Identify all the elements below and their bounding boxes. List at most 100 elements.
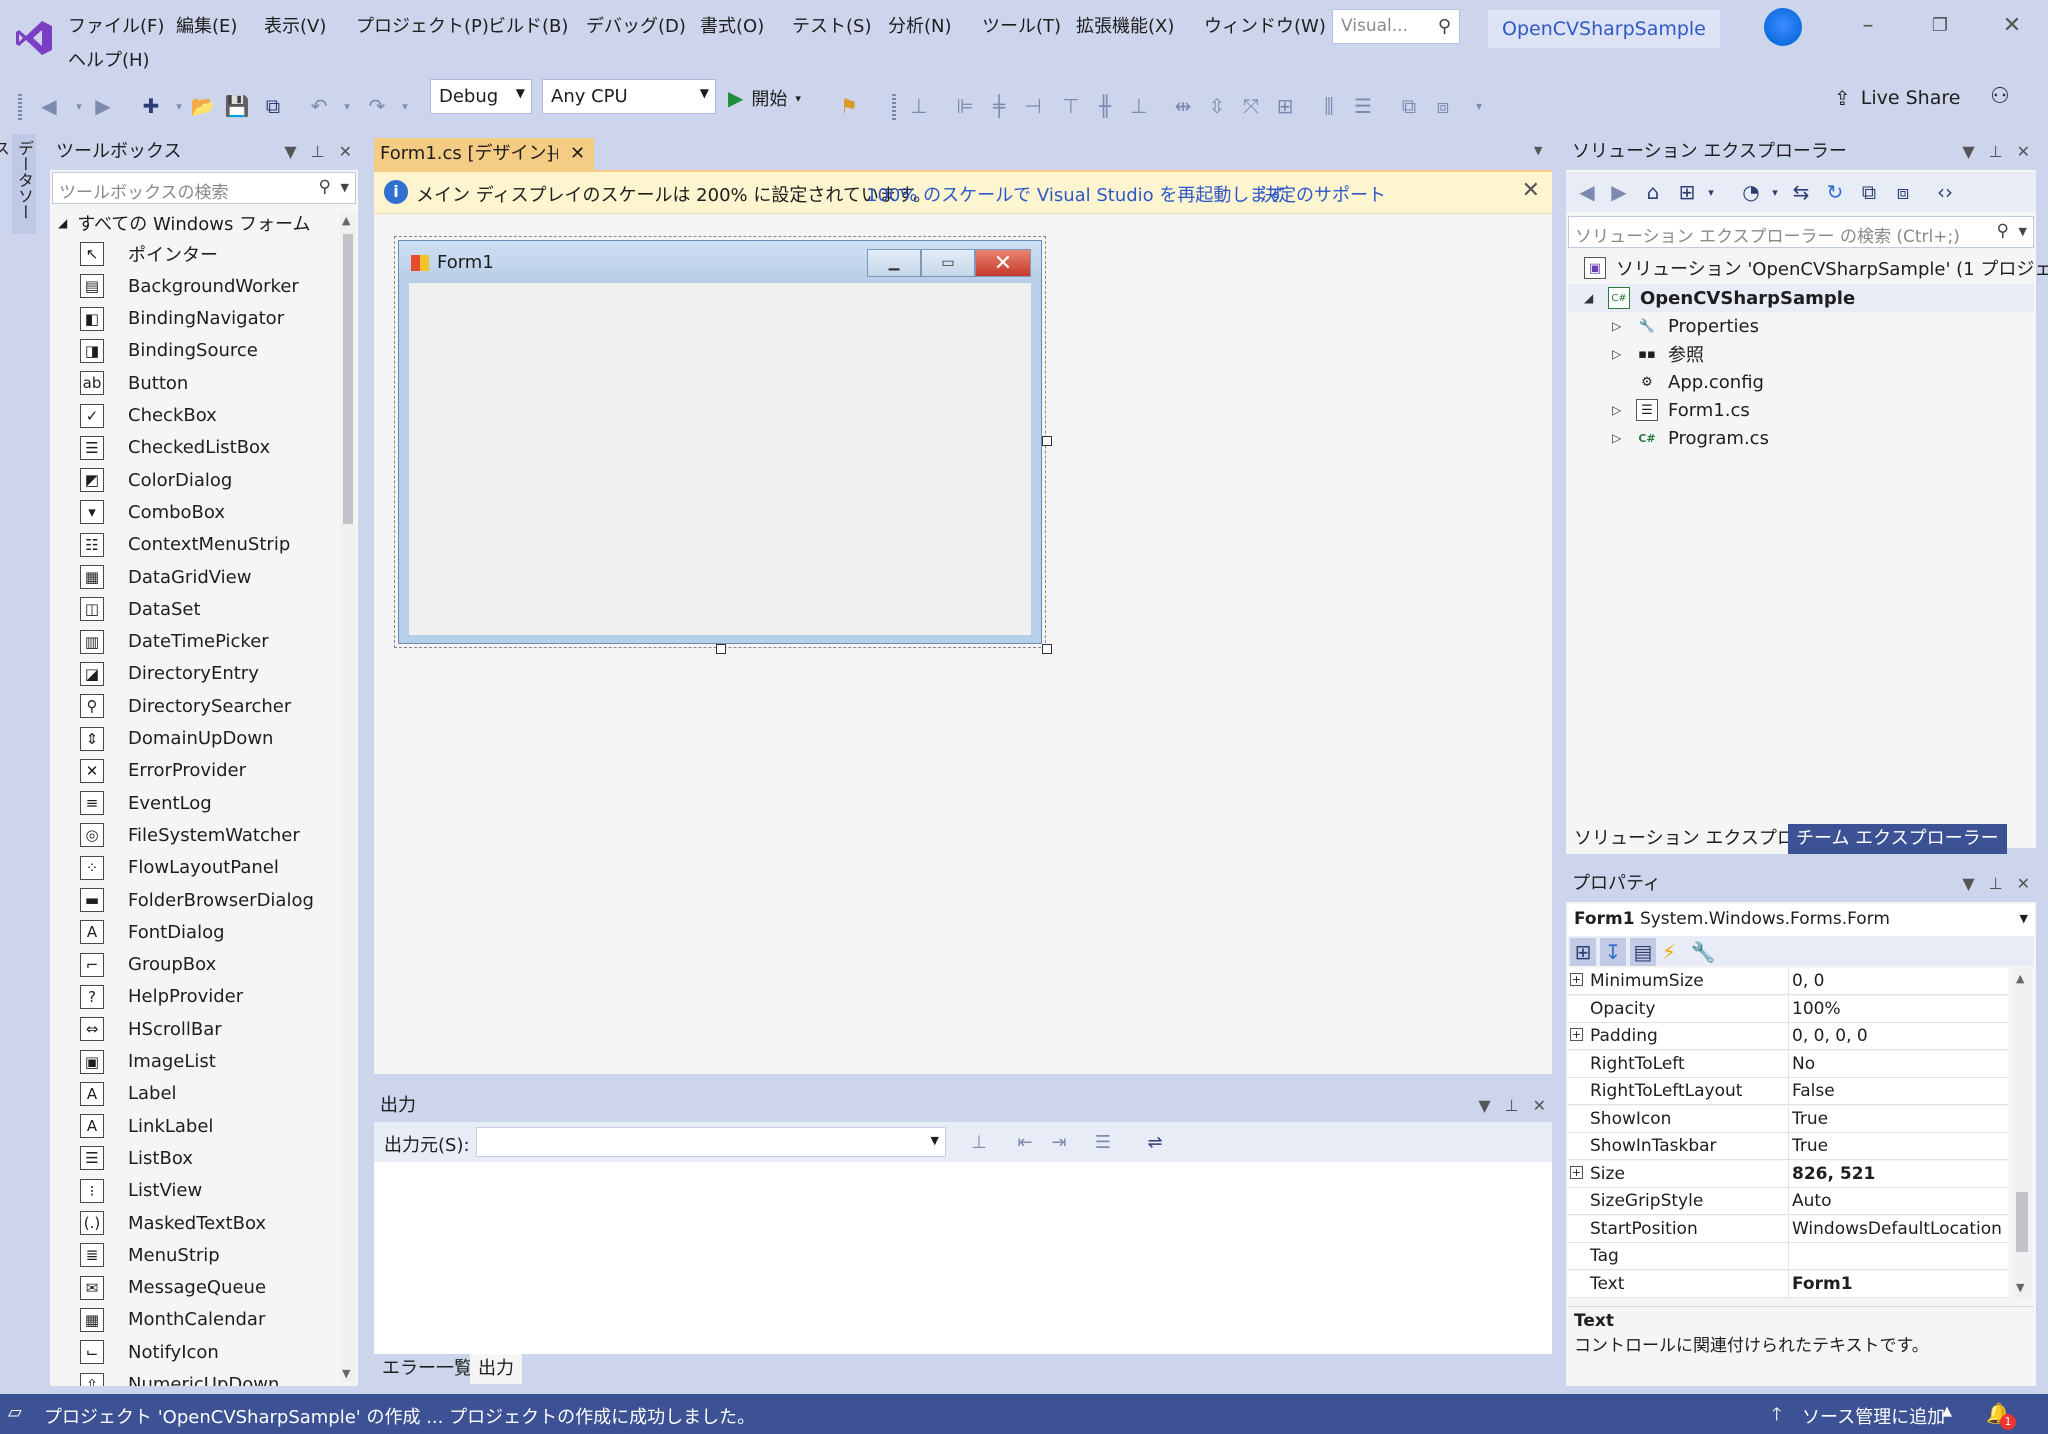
bring-front-icon[interactable]: ⧉ (1396, 92, 1422, 120)
next-message-icon[interactable]: ⇥ (1046, 1128, 1072, 1156)
toolbox-item[interactable]: ✓ CheckBox (80, 400, 217, 432)
collapse-all-icon[interactable]: ⧉ (1856, 178, 1882, 206)
start-dropdown-icon[interactable]: ▾ (795, 92, 801, 105)
expand-arrow-icon[interactable]: ▷ (1612, 347, 1628, 361)
property-row[interactable]: Opacity 100% (1568, 995, 2008, 1023)
toolbox-item[interactable]: ▦ MonthCalendar (80, 1304, 265, 1336)
chevron-down-icon[interactable]: ▼ (1478, 1088, 1490, 1124)
toolbox-item[interactable]: ⚲ DirectorySearcher (80, 690, 291, 722)
toolbox-item[interactable]: ▤ BackgroundWorker (80, 270, 299, 302)
toolbar-grip[interactable] (892, 94, 896, 120)
same-height-icon[interactable]: ⇳ (1204, 92, 1230, 120)
property-row[interactable]: + Padding 0, 0, 0, 0 (1568, 1023, 2008, 1050)
toolbox-item[interactable]: (.) MaskedTextBox (80, 1207, 266, 1239)
resize-handle-bottom[interactable] (716, 644, 726, 654)
toolbox-item[interactable]: ◧ BindingNavigator (80, 303, 284, 335)
project-name-badge[interactable]: OpenCVSharpSample (1488, 10, 1720, 48)
project-node[interactable]: ◢ C# OpenCVSharpSample (1584, 284, 1855, 312)
close-icon[interactable]: ✕ (1533, 1088, 1546, 1124)
live-share-button[interactable]: ⇪ Live Share (1834, 84, 1960, 112)
toolbox-item[interactable]: ☰ CheckedListBox (80, 432, 270, 464)
scroll-down-icon[interactable]: ▼ (342, 1367, 350, 1380)
toolbox-item[interactable]: ▥ DateTimePicker (80, 626, 269, 658)
close-icon[interactable]: ✕ (1992, 6, 2032, 46)
toolbox-item[interactable]: ⇳ NumericUpDown (80, 1369, 279, 1386)
chevron-down-icon[interactable]: ▼ (1962, 866, 1974, 902)
tree-node-program[interactable]: ▷ C# Program.cs (1612, 424, 1769, 452)
property-row[interactable]: + Size 826, 521 (1568, 1160, 2008, 1188)
toolbox-item[interactable]: ☰ ListBox (80, 1142, 193, 1174)
property-value[interactable]: 0, 0, 0, 0 (1792, 1026, 1868, 1046)
output-source-select[interactable]: ▼ (476, 1127, 946, 1157)
scroll-thumb[interactable] (343, 234, 353, 524)
toolbox-item[interactable]: ◫ DataSet (80, 593, 201, 625)
expand-arrow-icon[interactable]: ▷ (1612, 403, 1628, 417)
toolbox-item[interactable]: ⇔ HScrollBar (80, 1013, 222, 1045)
properties-scrollbar[interactable]: ▲ ▼ (2012, 968, 2032, 1298)
tab-team-explorer[interactable]: チーム エクスプローラー (1788, 824, 2007, 854)
toolbox-item[interactable]: ▬ FolderBrowserDialog (80, 884, 314, 916)
pin-icon[interactable]: ⊥ (1505, 1088, 1519, 1124)
send-back-icon[interactable]: ⧈ (1430, 92, 1456, 120)
toolbox-item[interactable]: ◎ FileSystemWatcher (80, 819, 300, 851)
toolbox-item[interactable]: ⌐ GroupBox (80, 949, 216, 981)
property-row[interactable]: Text Form1 (1568, 1270, 2008, 1298)
resize-handle-right[interactable] (1042, 436, 1052, 446)
tab-error-list[interactable]: エラー一覧 (374, 1354, 480, 1384)
expand-arrow-icon[interactable]: ▷ (1612, 319, 1628, 333)
toolbox-item[interactable]: ▣ ImageList (80, 1046, 216, 1078)
property-row[interactable]: Tag (1568, 1243, 2008, 1270)
form1-window[interactable]: Form1 ▁ ▭ ✕ (398, 240, 1042, 644)
menu-item-5[interactable]: デバッグ(D) (586, 12, 686, 38)
property-value[interactable]: False (1792, 1081, 1835, 1101)
view-code-icon[interactable]: ‹› (1932, 178, 1958, 206)
find-message-icon[interactable]: ⊥ (966, 1128, 992, 1156)
expand-arrow-icon[interactable]: ▷ (1612, 431, 1628, 445)
menu-item-11[interactable]: ウィンドウ(W) (1204, 12, 1326, 38)
close-icon[interactable]: ✕ (2017, 134, 2030, 170)
property-value[interactable]: 100% (1792, 999, 1841, 1019)
menu-item-7[interactable]: テスト(S) (792, 12, 871, 38)
tab-output[interactable]: 出力 (470, 1354, 522, 1384)
scroll-down-icon[interactable]: ▼ (2016, 1281, 2024, 1294)
close-icon[interactable]: ✕ (570, 138, 585, 170)
events-icon[interactable]: ⚡ (1656, 938, 1682, 966)
toolbox-item[interactable]: ↖ ポインター (80, 238, 218, 270)
chevron-up-icon[interactable]: ▲ (1942, 1404, 1952, 1419)
word-wrap-icon[interactable]: ⇌ (1142, 1128, 1168, 1156)
toolbox-item[interactable]: ▾ ComboBox (80, 496, 225, 528)
menu-item-6[interactable]: 書式(O) (700, 12, 764, 38)
menu-item-8[interactable]: 分析(N) (888, 12, 952, 38)
collapse-arrow-icon[interactable]: ◢ (1584, 291, 1600, 305)
chevron-down-icon[interactable]: ▾ (1698, 178, 1724, 206)
solution-node[interactable]: ▣ ソリューション 'OpenCVSharpSample' (1 プロジェクト) (1584, 254, 2048, 282)
size-to-grid-icon[interactable]: ⊞ (1272, 92, 1298, 120)
expand-icon[interactable]: + (1570, 973, 1583, 986)
property-value[interactable]: Auto (1792, 1191, 1831, 1211)
pin-icon[interactable]: ⊥ (1989, 134, 2003, 170)
redo-icon[interactable]: ↷ (364, 92, 390, 120)
toolbox-item[interactable]: A LinkLabel (80, 1110, 213, 1142)
toolbar-overflow-icon[interactable]: ▾ (1466, 92, 1492, 120)
chevron-down-icon[interactable]: ▼ (1962, 134, 1974, 170)
toolbox-item[interactable]: ◩ ColorDialog (80, 464, 232, 496)
same-size-icon[interactable]: ⤧ (1238, 92, 1264, 120)
pin-icon[interactable]: ⊣ (546, 138, 559, 170)
menu-item-10[interactable]: 拡張機能(X) (1076, 12, 1174, 38)
property-value[interactable]: True (1792, 1109, 1828, 1129)
align-top-icon[interactable]: ⊤ (1058, 92, 1084, 120)
property-row[interactable]: RightToLeft No (1568, 1050, 2008, 1078)
tab-overflow-icon[interactable]: ▼ (1534, 144, 1542, 157)
menu-item-9[interactable]: ツール(T) (982, 12, 1061, 38)
property-pages-icon[interactable]: 🔧 (1690, 938, 1716, 966)
minimize-icon[interactable]: ▁ (867, 249, 921, 277)
property-value[interactable]: No (1792, 1054, 1815, 1074)
forward-icon[interactable]: ▶ (1606, 178, 1632, 206)
chevron-down-icon[interactable]: ▾ (1762, 178, 1788, 206)
toolbox-item[interactable]: ✕ ErrorProvider (80, 755, 246, 787)
toolbox-item[interactable]: ab Button (80, 367, 188, 399)
align-bottom-icon[interactable]: ⊥ (1126, 92, 1152, 120)
align-center-icon[interactable]: ╪ (986, 92, 1012, 120)
close-icon[interactable]: ✕ (1522, 178, 1540, 203)
chevron-down-icon[interactable]: ▼ (341, 181, 349, 194)
